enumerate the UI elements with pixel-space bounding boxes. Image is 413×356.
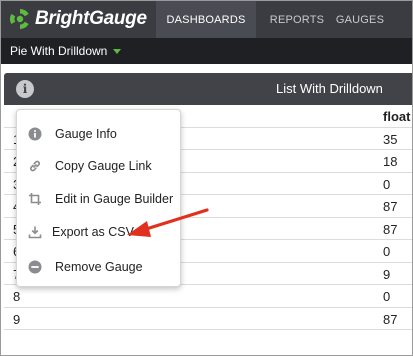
dashboard-bar: Pie With Drilldown (1, 38, 412, 64)
brand-name: BrightGauge (35, 8, 147, 29)
table-row[interactable]: 9 87 (4, 308, 412, 330)
gauge-context-menu: Gauge Info Copy Gauge Link Edit in Gauge… (16, 109, 181, 287)
nav-dashboards[interactable]: DASHBOARDS (156, 1, 256, 38)
brightgauge-logo-icon (10, 9, 29, 29)
menu-item-label: Export as CSV (52, 225, 134, 239)
caret-down-icon[interactable] (113, 48, 122, 54)
info-circle-icon (28, 127, 42, 141)
nav-gauges[interactable]: GAUGES (334, 1, 386, 38)
menu-item-label: Gauge Info (55, 127, 117, 141)
gauge-title: List With Drilldown (276, 81, 383, 96)
menu-item-label: Remove Gauge (55, 260, 143, 274)
column-header-float[interactable]: float (383, 109, 410, 124)
app-window: BrightGauge DASHBOARDS REPORTS GAUGES Pi… (0, 0, 413, 356)
minus-circle-icon (28, 260, 42, 274)
cell-float: 0 (383, 244, 391, 259)
cell-id: 8 (13, 289, 21, 304)
cell-float: 9 (383, 266, 391, 282)
menu-item-label: Copy Gauge Link (55, 159, 152, 173)
top-navbar: BrightGauge DASHBOARDS REPORTS GAUGES (1, 1, 412, 38)
dashboard-selector[interactable]: Pie With Drilldown (10, 44, 107, 58)
cell-float: 0 (383, 176, 391, 192)
nav-reports[interactable]: REPORTS (264, 1, 330, 38)
crop-icon (28, 192, 42, 206)
cell-float: 18 (383, 154, 398, 169)
menu-item-export-as-csv[interactable]: Export as CSV (17, 217, 182, 247)
cell-float: 0 (383, 289, 391, 304)
menu-item-remove-gauge[interactable]: Remove Gauge (17, 252, 182, 282)
cell-float: 87 (383, 311, 398, 327)
menu-item-gauge-info[interactable]: Gauge Info (17, 119, 182, 149)
menu-item-edit-in-gauge-builder[interactable]: Edit in Gauge Builder (17, 184, 182, 214)
cell-float: 87 (383, 221, 398, 237)
link-icon (28, 159, 42, 173)
download-icon (28, 225, 42, 239)
cell-float: 35 (383, 131, 398, 147)
cell-float: 87 (383, 199, 398, 214)
gauge-header: i List With Drilldown (4, 73, 412, 105)
menu-item-label: Edit in Gauge Builder (55, 192, 174, 206)
brand-logo[interactable]: BrightGauge (9, 8, 147, 30)
table-row[interactable]: 8 0 (4, 285, 412, 308)
menu-item-copy-gauge-link[interactable]: Copy Gauge Link (17, 151, 182, 181)
cell-id: 9 (13, 311, 21, 327)
info-icon[interactable]: i (16, 80, 34, 98)
